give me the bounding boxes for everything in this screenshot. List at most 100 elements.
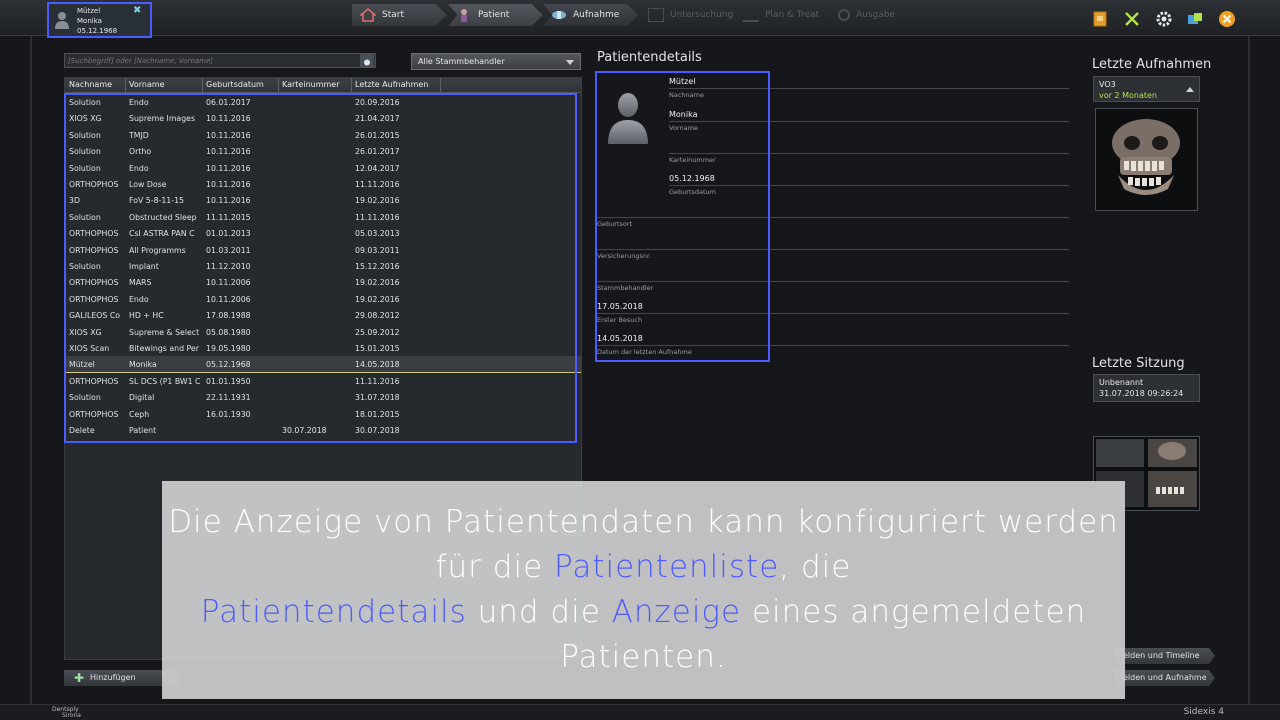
table-cell: Digital xyxy=(129,393,155,403)
detail-divider xyxy=(597,217,1069,218)
table-row[interactable]: Solution Endo 06.01.2017 20.09.2016 xyxy=(65,94,581,110)
gear-icon[interactable] xyxy=(1155,10,1173,28)
column-separator[interactable] xyxy=(351,78,352,93)
table-row[interactable]: Solution Endo 10.11.2016 12.04.2017 xyxy=(65,160,581,176)
table-cell: 19.05.1980 xyxy=(206,344,251,353)
column-separator[interactable] xyxy=(278,78,279,93)
active-patient-card[interactable]: Mützel Monika 05.12.1968 ✖ xyxy=(47,2,152,38)
column-separator[interactable] xyxy=(125,78,126,93)
table-row[interactable]: ORTHOPHOS SL DCS (P1 BW1 C 01.01.1950 11.11… xyxy=(65,373,581,389)
column-separator[interactable] xyxy=(202,78,203,93)
table-cell: 05.08.1980 xyxy=(206,327,251,337)
table-row[interactable]: ORTHOPHOS Ceph 16.01.1930 18.01.2015 xyxy=(65,406,581,422)
workflow-step-aufnahme[interactable]: Aufnahme xyxy=(543,4,638,26)
workflow-step-ausgabe[interactable]: Ausgabe xyxy=(830,4,925,26)
recent-image-item[interactable]: VO3 vor 2 Monaten xyxy=(1093,76,1200,102)
table-row[interactable]: GALILEOS Co HD + HC 17.08.1988 29.08.2012 xyxy=(65,307,581,323)
table-row[interactable]: Mützel Monika 05.12.1968 14.05.2018 xyxy=(65,356,581,373)
active-patient-info: Mützel Monika 05.12.1968 xyxy=(77,6,117,36)
active-patient-lastname: Mützel xyxy=(77,7,101,15)
table-cell: 10.11.2006 xyxy=(206,294,251,304)
table-row[interactable]: Solution TMJD 10.11.2016 26.01.2015 xyxy=(65,127,581,143)
patient-photo-placeholder-icon[interactable] xyxy=(607,88,649,144)
table-cell: 31.07.2018 xyxy=(355,393,400,403)
column-separator[interactable] xyxy=(440,78,441,93)
table-cell: Low Dose xyxy=(129,180,167,189)
column-header-nachname[interactable]: Nachname xyxy=(69,80,112,89)
table-cell: 16.01.1930 xyxy=(206,409,251,419)
table-row[interactable]: Solution Digital 22.11.1931 31.07.2018 xyxy=(65,389,581,405)
column-header-geburtsdatum[interactable]: Geburtsdatum xyxy=(206,80,264,89)
table-cell: MARS xyxy=(129,278,152,288)
table-row[interactable]: ORTHOPHOS Endo 10.11.2006 19.02.2016 xyxy=(65,291,581,307)
table-row[interactable]: Delete Patient 30.07.2018 30.07.2018 xyxy=(65,422,581,438)
tools-icon[interactable] xyxy=(1123,10,1141,28)
close-app-icon[interactable] xyxy=(1218,10,1236,28)
exam-icon xyxy=(648,8,664,22)
notes-icon[interactable] xyxy=(1091,10,1109,28)
output-icon xyxy=(838,9,850,21)
workflow-start-label: Start xyxy=(382,10,404,20)
table-cell: 11.11.2015 xyxy=(206,212,251,222)
patient-search-input[interactable] xyxy=(64,53,376,68)
table-cell: 06.01.2017 xyxy=(206,98,251,107)
table-cell: Ortho xyxy=(129,147,152,157)
table-cell: 26.01.2017 xyxy=(355,147,400,157)
table-cell: Solution xyxy=(69,163,101,173)
last-session-item[interactable]: Unbenannt 31.07.2018 09:26:24 xyxy=(1093,374,1200,402)
search-button[interactable] xyxy=(360,54,374,67)
last-session-timestamp: 31.07.2018 09:26:24 xyxy=(1099,389,1184,398)
login-timeline-button[interactable]: elden und Timeline xyxy=(1115,648,1215,664)
table-cell: Endo xyxy=(129,294,149,304)
table-cell: 19.02.2016 xyxy=(355,196,400,206)
column-header-vorname[interactable]: Vorname xyxy=(129,80,165,89)
table-row[interactable]: Solution Obstructed Sleep 11.11.2015 11.11.… xyxy=(65,209,581,225)
detail-versicherung-label: Versicherungsnr. xyxy=(597,252,652,260)
table-row[interactable]: XIOS XG Supreme & Select 05.08.1980 25.09.2… xyxy=(65,324,581,340)
search-icon xyxy=(364,59,370,66)
table-cell: 30.07.2018 xyxy=(282,426,327,435)
last-session-title: Letzte Sitzung xyxy=(1092,356,1185,371)
detail-divider xyxy=(669,121,1069,122)
workflow-step-plan[interactable]: Plan & Treat xyxy=(735,4,830,26)
workflow-step-untersuchung[interactable]: Untersuchung xyxy=(640,4,735,26)
table-row[interactable]: 3D FoV 5-8-11-15 10.11.2016 19.02.2016 xyxy=(65,192,581,208)
detail-divider xyxy=(669,88,1069,89)
table-cell: CsI ASTRA PAN C xyxy=(129,229,195,239)
workflow-step-patient[interactable]: Patient xyxy=(448,4,543,26)
table-cell: FoV 5-8-11-15 xyxy=(129,196,184,206)
table-cell: Mützel xyxy=(69,360,95,370)
table-row[interactable]: ORTHOPHOS MARS 10.11.2006 19.02.2016 xyxy=(65,274,581,290)
table-cell: ORTHOPHOS xyxy=(69,278,119,288)
detail-divider xyxy=(597,281,1069,282)
detail-divider xyxy=(669,153,1069,154)
table-cell: Endo xyxy=(129,98,149,107)
table-cell: 01.03.2011 xyxy=(206,245,251,255)
table-row[interactable]: ORTHOPHOS All Programms 01.03.2011 09.03.20… xyxy=(65,242,581,258)
table-row[interactable]: XIOS Scan Bitewings and Per 19.05.1980 15.0… xyxy=(65,340,581,356)
close-patient-icon[interactable]: ✖ xyxy=(133,5,141,16)
table-row[interactable]: ORTHOPHOS Low Dose 10.11.2016 11.11.2016 xyxy=(65,176,581,192)
table-cell: 18.01.2015 xyxy=(355,409,400,419)
column-header-karteinummer[interactable]: Karteinummer xyxy=(282,80,340,89)
workflow-step-start[interactable]: Start xyxy=(352,4,447,26)
table-cell: 11.11.2016 xyxy=(355,180,400,189)
table-cell: 11.12.2010 xyxy=(206,262,251,271)
chevron-up-icon[interactable] xyxy=(1186,86,1194,92)
doctor-filter-select[interactable]: Alle Stammbehandler xyxy=(411,53,581,70)
xray-thumbnail[interactable] xyxy=(1095,108,1198,211)
table-cell: 10.11.2016 xyxy=(206,147,251,157)
table-cell: 29.08.2012 xyxy=(355,311,400,321)
table-cell: Endo xyxy=(129,163,149,173)
window-frame-right xyxy=(1248,36,1250,704)
window-layout-icon[interactable] xyxy=(1186,10,1204,28)
table-row[interactable]: ORTHOPHOS CsI ASTRA PAN C 01.01.2013 05.03.… xyxy=(65,225,581,241)
login-acquisition-button[interactable]: elden und Aufnahme xyxy=(1115,670,1215,686)
column-header-letzte-aufnahmen[interactable]: Letzte Aufnahmen xyxy=(355,80,428,89)
table-cell: 21.04.2017 xyxy=(355,114,400,124)
table-row[interactable]: XIOS XG Supreme Images 10.11.2016 21.04.201… xyxy=(65,110,581,126)
table-row[interactable]: Solution Ortho 10.11.2016 26.01.2017 xyxy=(65,143,581,159)
table-cell: 14.05.2018 xyxy=(355,360,400,370)
table-row[interactable]: Solution Implant 11.12.2010 15.12.2016 xyxy=(65,258,581,274)
table-cell: XIOS Scan xyxy=(69,344,110,353)
